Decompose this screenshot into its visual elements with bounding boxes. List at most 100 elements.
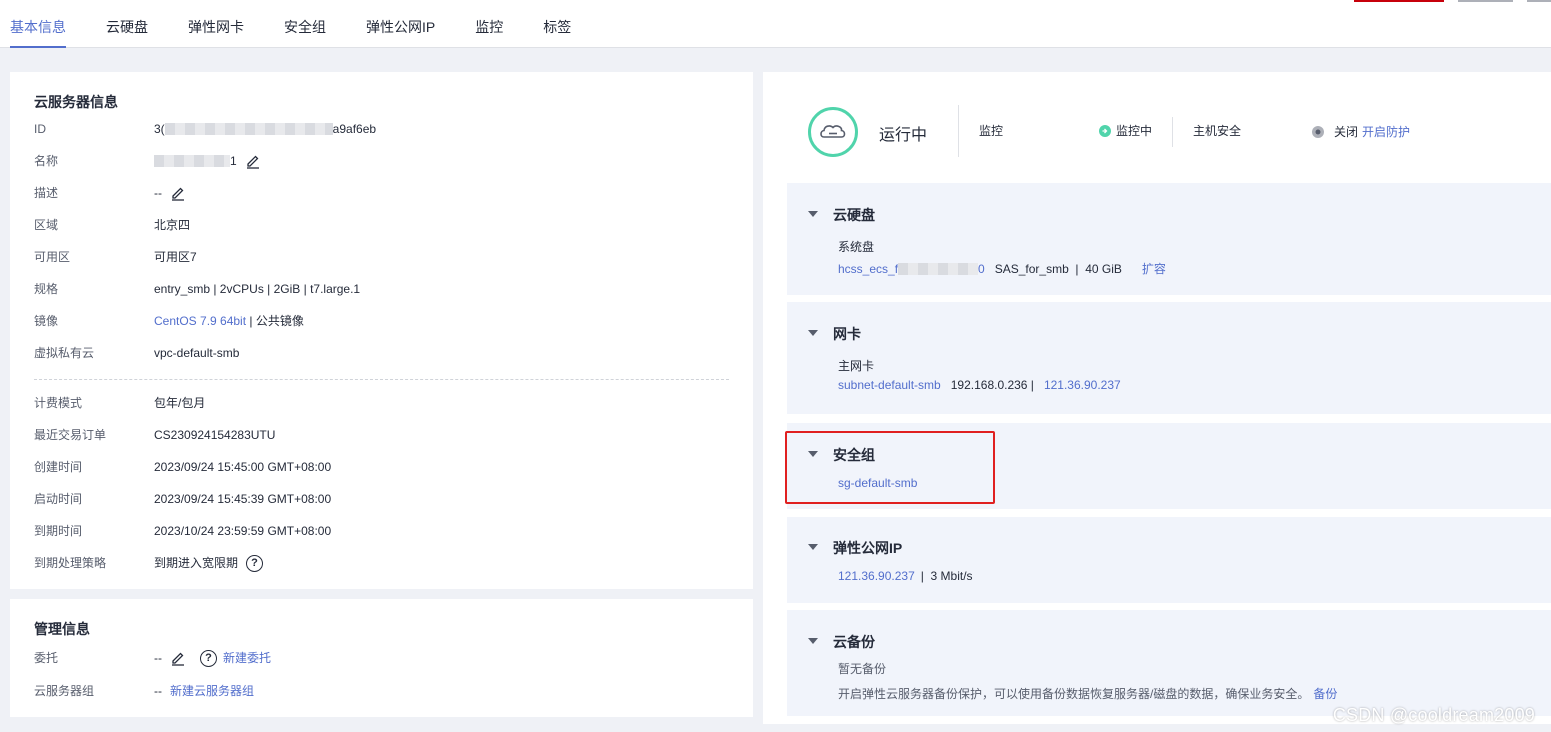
expire-policy-text: 到期进入宽限期 xyxy=(154,556,239,570)
primary-nic-label: 主网卡 xyxy=(838,359,875,373)
status-divider xyxy=(958,105,959,157)
edit-desc-icon[interactable] xyxy=(170,185,186,201)
security-group-title: 安全组 xyxy=(833,447,875,463)
row-region: 区域 北京四 xyxy=(34,215,190,235)
desc-text: -- xyxy=(154,186,162,200)
host-security-status: 关闭 开启防护 xyxy=(1312,123,1410,140)
billing-value: 包年/包月 xyxy=(154,396,206,410)
tab-elastic-nic[interactable]: 弹性网卡 xyxy=(188,0,244,48)
name-value: 1 xyxy=(154,151,261,171)
region-value: 北京四 xyxy=(154,218,191,232)
edit-name-icon[interactable] xyxy=(245,153,261,169)
disk-link-suffix[interactable]: 0 xyxy=(978,262,985,276)
created-value: 2023/09/24 15:45:00 GMT+08:00 xyxy=(154,460,332,474)
system-disk-line: hcss_ecs_f 0 SAS_for_smb | 40 GiB 扩容 xyxy=(838,260,1166,277)
security-group-link[interactable]: sg-default-smb xyxy=(838,476,917,490)
more-action-button-edge[interactable] xyxy=(1527,0,1551,2)
no-backup-text: 暂无备份 xyxy=(838,662,887,676)
subnet-link[interactable]: subnet-default-smb xyxy=(838,378,941,392)
expand-disk-link[interactable]: 扩容 xyxy=(1142,260,1166,277)
id-value: 3( a9af6eb xyxy=(154,119,376,139)
id-suffix: a9af6eb xyxy=(332,122,377,136)
new-server-group-link[interactable]: 新建云服务器组 xyxy=(170,681,254,701)
agency-help-icon[interactable]: ? xyxy=(200,649,217,667)
agency-label: 委托 xyxy=(34,651,59,665)
order-link[interactable]: CS230924154283UTU xyxy=(154,425,275,445)
billing-label: 计费模式 xyxy=(34,396,83,410)
eip-bandwidth: | 3 Mbit/s xyxy=(920,569,973,583)
cloud-icon xyxy=(820,125,846,138)
expire-value: 2023/10/24 23:59:59 GMT+08:00 xyxy=(154,524,332,538)
mgmt-info-title: 管理信息 xyxy=(34,621,90,637)
security-group-line: sg-default-smb xyxy=(838,476,917,490)
region-label: 区域 xyxy=(34,218,59,232)
desc-value: -- xyxy=(154,183,186,203)
vpc-label: 虚拟私有云 xyxy=(34,346,95,360)
eip-line: 121.36.90.237 | 3 Mbit/s xyxy=(838,569,973,583)
az-label: 可用区 xyxy=(34,250,71,264)
secondary-action-button-edge[interactable] xyxy=(1458,0,1513,2)
disk-section: 云硬盘 系统盘 hcss_ecs_f 0 SAS_for_smb | 40 Gi… xyxy=(787,183,1551,295)
running-status-circle xyxy=(808,107,858,157)
backup-link[interactable]: 备份 xyxy=(1313,685,1337,702)
primary-action-button-edge[interactable] xyxy=(1354,0,1444,2)
off-status-icon xyxy=(1312,125,1324,138)
server-group-text: -- xyxy=(154,684,162,698)
tab-elastic-ip[interactable]: 弹性公网IP xyxy=(366,0,435,48)
created-label: 创建时间 xyxy=(34,460,83,474)
desc-label: 描述 xyxy=(34,186,59,200)
monitor-divider xyxy=(1172,117,1173,147)
running-status-text: 运行中 xyxy=(879,127,928,144)
help-icon[interactable]: ? xyxy=(246,554,264,572)
tab-monitor[interactable]: 监控 xyxy=(475,0,503,48)
masked-name xyxy=(154,155,230,167)
new-agency-link[interactable]: 新建委托 xyxy=(223,648,271,668)
collapse-eip-icon[interactable] xyxy=(808,544,818,550)
top-action-buttons[interactable] xyxy=(1351,0,1551,2)
disk-title: 云硬盘 xyxy=(833,207,875,223)
image-link[interactable]: CentOS 7.9 64bit xyxy=(154,311,246,331)
row-order: 最近交易订单 CS230924154283UTU xyxy=(34,425,275,445)
expire-label: 到期时间 xyxy=(34,524,83,538)
row-image: 镜像 CentOS 7.9 64bit | 公共镜像 xyxy=(34,311,304,331)
eip-title: 弹性公网IP xyxy=(833,540,903,556)
tab-cloud-disk[interactable]: 云硬盘 xyxy=(106,0,148,48)
collapse-disk-icon[interactable] xyxy=(808,211,818,217)
backup-desc-line: 开启弹性云服务器备份保护，可以使用备份数据恢复服务器/磁盘的数据，确保业务安全。… xyxy=(838,685,1337,702)
row-flavor: 规格 entry_smb | 2vCPUs | 2GiB | t7.large.… xyxy=(34,279,360,299)
expire-policy-label: 到期处理策略 xyxy=(34,556,107,570)
row-expire-policy: 到期处理策略 到期进入宽限期 ? xyxy=(34,553,264,573)
edit-agency-icon[interactable] xyxy=(170,650,186,666)
eip-link[interactable]: 121.36.90.237 xyxy=(838,569,915,583)
row-server-group: 云服务器组 -- 新建云服务器组 xyxy=(34,681,254,701)
started-label: 启动时间 xyxy=(34,492,83,506)
image-value: CentOS 7.9 64bit | 公共镜像 xyxy=(154,311,304,331)
row-desc: 描述 -- xyxy=(34,183,186,203)
masked-disk-name xyxy=(898,262,979,275)
eip-section: 弹性公网IP 121.36.90.237 | 3 Mbit/s xyxy=(787,517,1551,603)
server-group-label: 云服务器组 xyxy=(34,684,95,698)
vpc-link[interactable]: vpc-default-smb xyxy=(154,343,239,363)
masked-id xyxy=(164,123,333,135)
nic-eip-link[interactable]: 121.36.90.237 xyxy=(1044,378,1121,392)
row-started: 启动时间 2023/09/24 15:45:39 GMT+08:00 xyxy=(34,489,331,509)
server-info-card: 云服务器信息 ID 3( a9af6eb 名称 1 描述 -- 区域 北京四 可… xyxy=(10,72,753,589)
expire-policy-value: 到期进入宽限期 ? xyxy=(154,553,264,573)
enable-protection-link[interactable]: 开启防护 xyxy=(1362,123,1410,140)
image-label: 镜像 xyxy=(34,314,59,328)
tab-basic-info[interactable]: 基本信息 xyxy=(10,0,66,48)
host-security-value: 关闭 xyxy=(1334,125,1359,139)
backup-desc: 开启弹性云服务器备份保护，可以使用备份数据恢复服务器/磁盘的数据，确保业务安全。 xyxy=(838,687,1310,701)
tab-security-group[interactable]: 安全组 xyxy=(284,0,326,48)
collapse-nic-icon[interactable] xyxy=(808,330,818,336)
tab-tags[interactable]: 标签 xyxy=(543,0,571,48)
row-agency: 委托 -- ? 新建委托 xyxy=(34,648,271,668)
order-label: 最近交易订单 xyxy=(34,428,107,442)
host-security-label: 主机安全 xyxy=(1193,124,1242,138)
collapse-sg-icon[interactable] xyxy=(808,451,818,457)
backup-section: 云备份 暂无备份 开启弹性云服务器备份保护，可以使用备份数据恢复服务器/磁盘的数… xyxy=(787,610,1551,716)
check-circle-icon xyxy=(1099,124,1111,137)
collapse-backup-icon[interactable] xyxy=(808,638,818,644)
az-value: 可用区7 xyxy=(154,250,197,264)
disk-link[interactable]: hcss_ecs_f xyxy=(838,262,898,276)
